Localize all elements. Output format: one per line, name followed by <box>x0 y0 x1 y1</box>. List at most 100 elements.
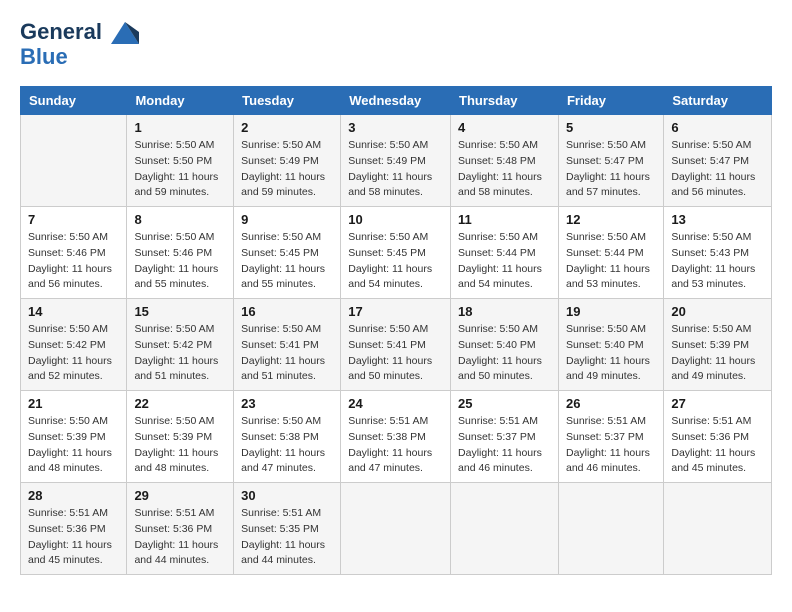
day-number: 17 <box>348 304 443 319</box>
week-row-3: 14Sunrise: 5:50 AMSunset: 5:42 PMDayligh… <box>21 299 772 391</box>
day-number: 23 <box>241 396 333 411</box>
calendar-cell: 26 Sunrise: 5:51 AMSunset: 5:37 PMDayligh… <box>558 391 663 483</box>
calendar-cell: 9 Sunrise: 5:50 AMSunset: 5:45 PMDaylight… <box>234 207 341 299</box>
day-number: 8 <box>134 212 226 227</box>
day-number: 26 <box>566 396 656 411</box>
week-row-4: 21 Sunrise: 5:50 AMSunset: 5:39 PMDayligh… <box>21 391 772 483</box>
calendar-cell: 19 Sunrise: 5:50 AMSunset: 5:40 PMDayligh… <box>558 299 663 391</box>
calendar-cell: 23Sunrise: 5:50 AMSunset: 5:38 PMDayligh… <box>234 391 341 483</box>
day-detail: Sunrise: 5:50 AMSunset: 5:43 PMDaylight:… <box>671 230 764 293</box>
day-detail: Sunrise: 5:50 AMSunset: 5:40 PMDaylight:… <box>566 322 656 385</box>
day-detail: Sunrise: 5:51 AMSunset: 5:38 PMDaylight:… <box>348 414 443 477</box>
calendar-cell: 4 Sunrise: 5:50 AMSunset: 5:48 PMDaylight… <box>451 115 559 207</box>
day-detail: Sunrise: 5:50 AMSunset: 5:44 PMDaylight:… <box>566 230 656 293</box>
day-detail: Sunrise: 5:50 AMSunset: 5:47 PMDaylight:… <box>566 138 656 201</box>
calendar-cell: 3 Sunrise: 5:50 AMSunset: 5:49 PMDaylight… <box>341 115 451 207</box>
day-detail: Sunrise: 5:50 AMSunset: 5:49 PMDaylight:… <box>241 138 333 201</box>
day-detail: Sunrise: 5:50 AMSunset: 5:39 PMDaylight:… <box>671 322 764 385</box>
calendar-cell: 29Sunrise: 5:51 AMSunset: 5:36 PMDayligh… <box>127 483 234 575</box>
day-detail: Sunrise: 5:50 AMSunset: 5:40 PMDaylight:… <box>458 322 551 385</box>
day-number: 9 <box>241 212 333 227</box>
week-row-1: 1 Sunrise: 5:50 AMSunset: 5:50 PMDaylight… <box>21 115 772 207</box>
day-number: 18 <box>458 304 551 319</box>
calendar-cell: 2 Sunrise: 5:50 AMSunset: 5:49 PMDaylight… <box>234 115 341 207</box>
day-detail: Sunrise: 5:50 AMSunset: 5:45 PMDaylight:… <box>348 230 443 293</box>
page-header: General Blue <box>20 20 772 70</box>
calendar-cell: 7Sunrise: 5:50 AMSunset: 5:46 PMDaylight… <box>21 207 127 299</box>
calendar-cell: 10 Sunrise: 5:50 AMSunset: 5:45 PMDayligh… <box>341 207 451 299</box>
logo: General Blue <box>20 20 139 70</box>
day-number: 19 <box>566 304 656 319</box>
calendar-table: SundayMondayTuesdayWednesdayThursdayFrid… <box>20 86 772 575</box>
calendar-cell: 27 Sunrise: 5:51 AMSunset: 5:36 PMDayligh… <box>664 391 772 483</box>
day-number: 16 <box>241 304 333 319</box>
calendar-cell: 16 Sunrise: 5:50 AMSunset: 5:41 PMDayligh… <box>234 299 341 391</box>
calendar-cell <box>21 115 127 207</box>
calendar-cell: 12 Sunrise: 5:50 AMSunset: 5:44 PMDayligh… <box>558 207 663 299</box>
calendar-cell <box>664 483 772 575</box>
calendar-cell <box>341 483 451 575</box>
header-cell-saturday: Saturday <box>664 87 772 115</box>
day-detail: Sunrise: 5:50 AMSunset: 5:44 PMDaylight:… <box>458 230 551 293</box>
day-detail: Sunrise: 5:50 AMSunset: 5:49 PMDaylight:… <box>348 138 443 201</box>
day-detail: Sunrise: 5:50 AMSunset: 5:42 PMDaylight:… <box>28 322 119 385</box>
day-number: 5 <box>566 120 656 135</box>
day-detail: Sunrise: 5:51 AMSunset: 5:37 PMDaylight:… <box>566 414 656 477</box>
calendar-cell: 25 Sunrise: 5:51 AMSunset: 5:37 PMDayligh… <box>451 391 559 483</box>
day-detail: Sunrise: 5:51 AMSunset: 5:36 PMDaylight:… <box>28 506 119 569</box>
logo-text: General <box>20 19 102 44</box>
header-cell-sunday: Sunday <box>21 87 127 115</box>
day-number: 25 <box>458 396 551 411</box>
calendar-cell: 6Sunrise: 5:50 AMSunset: 5:47 PMDaylight… <box>664 115 772 207</box>
day-detail: Sunrise: 5:50 AMSunset: 5:48 PMDaylight:… <box>458 138 551 201</box>
calendar-cell: 30Sunrise: 5:51 AMSunset: 5:35 PMDayligh… <box>234 483 341 575</box>
calendar-cell: 5 Sunrise: 5:50 AMSunset: 5:47 PMDaylight… <box>558 115 663 207</box>
calendar-cell: 21Sunrise: 5:50 AMSunset: 5:39 PMDayligh… <box>21 391 127 483</box>
day-detail: Sunrise: 5:50 AMSunset: 5:45 PMDaylight:… <box>241 230 333 293</box>
calendar-cell: 18 Sunrise: 5:50 AMSunset: 5:40 PMDayligh… <box>451 299 559 391</box>
day-detail: Sunrise: 5:50 AMSunset: 5:46 PMDaylight:… <box>28 230 119 293</box>
header-cell-friday: Friday <box>558 87 663 115</box>
day-number: 1 <box>134 120 226 135</box>
day-detail: Sunrise: 5:51 AMSunset: 5:37 PMDaylight:… <box>458 414 551 477</box>
day-number: 3 <box>348 120 443 135</box>
day-number: 10 <box>348 212 443 227</box>
calendar-body: 1 Sunrise: 5:50 AMSunset: 5:50 PMDaylight… <box>21 115 772 575</box>
day-detail: Sunrise: 5:50 AMSunset: 5:39 PMDaylight:… <box>134 414 226 477</box>
day-detail: Sunrise: 5:50 AMSunset: 5:47 PMDaylight:… <box>671 138 764 201</box>
header-row: SundayMondayTuesdayWednesdayThursdayFrid… <box>21 87 772 115</box>
day-number: 15 <box>134 304 226 319</box>
day-number: 22 <box>134 396 226 411</box>
calendar-cell: 1 Sunrise: 5:50 AMSunset: 5:50 PMDaylight… <box>127 115 234 207</box>
day-number: 4 <box>458 120 551 135</box>
calendar-cell: 28 Sunrise: 5:51 AMSunset: 5:36 PMDayligh… <box>21 483 127 575</box>
calendar-cell: 8Sunrise: 5:50 AMSunset: 5:46 PMDaylight… <box>127 207 234 299</box>
day-number: 27 <box>671 396 764 411</box>
day-number: 29 <box>134 488 226 503</box>
day-detail: Sunrise: 5:51 AMSunset: 5:35 PMDaylight:… <box>241 506 333 569</box>
day-detail: Sunrise: 5:51 AMSunset: 5:36 PMDaylight:… <box>671 414 764 477</box>
header-cell-monday: Monday <box>127 87 234 115</box>
calendar-cell: 22 Sunrise: 5:50 AMSunset: 5:39 PMDayligh… <box>127 391 234 483</box>
day-number: 13 <box>671 212 764 227</box>
day-detail: Sunrise: 5:50 AMSunset: 5:41 PMDaylight:… <box>241 322 333 385</box>
calendar-cell: 17Sunrise: 5:50 AMSunset: 5:41 PMDayligh… <box>341 299 451 391</box>
calendar-cell: 24Sunrise: 5:51 AMSunset: 5:38 PMDayligh… <box>341 391 451 483</box>
calendar-cell: 20 Sunrise: 5:50 AMSunset: 5:39 PMDayligh… <box>664 299 772 391</box>
calendar-cell: 11 Sunrise: 5:50 AMSunset: 5:44 PMDayligh… <box>451 207 559 299</box>
day-number: 20 <box>671 304 764 319</box>
week-row-5: 28 Sunrise: 5:51 AMSunset: 5:36 PMDayligh… <box>21 483 772 575</box>
day-detail: Sunrise: 5:50 AMSunset: 5:42 PMDaylight:… <box>134 322 226 385</box>
calendar-header: SundayMondayTuesdayWednesdayThursdayFrid… <box>21 87 772 115</box>
calendar-cell <box>558 483 663 575</box>
logo-icon <box>111 22 139 44</box>
day-number: 12 <box>566 212 656 227</box>
header-cell-tuesday: Tuesday <box>234 87 341 115</box>
day-number: 2 <box>241 120 333 135</box>
day-number: 28 <box>28 488 119 503</box>
day-detail: Sunrise: 5:50 AMSunset: 5:50 PMDaylight:… <box>134 138 226 201</box>
day-number: 11 <box>458 212 551 227</box>
calendar-cell <box>451 483 559 575</box>
logo-blue: Blue <box>20 44 139 70</box>
day-number: 21 <box>28 396 119 411</box>
